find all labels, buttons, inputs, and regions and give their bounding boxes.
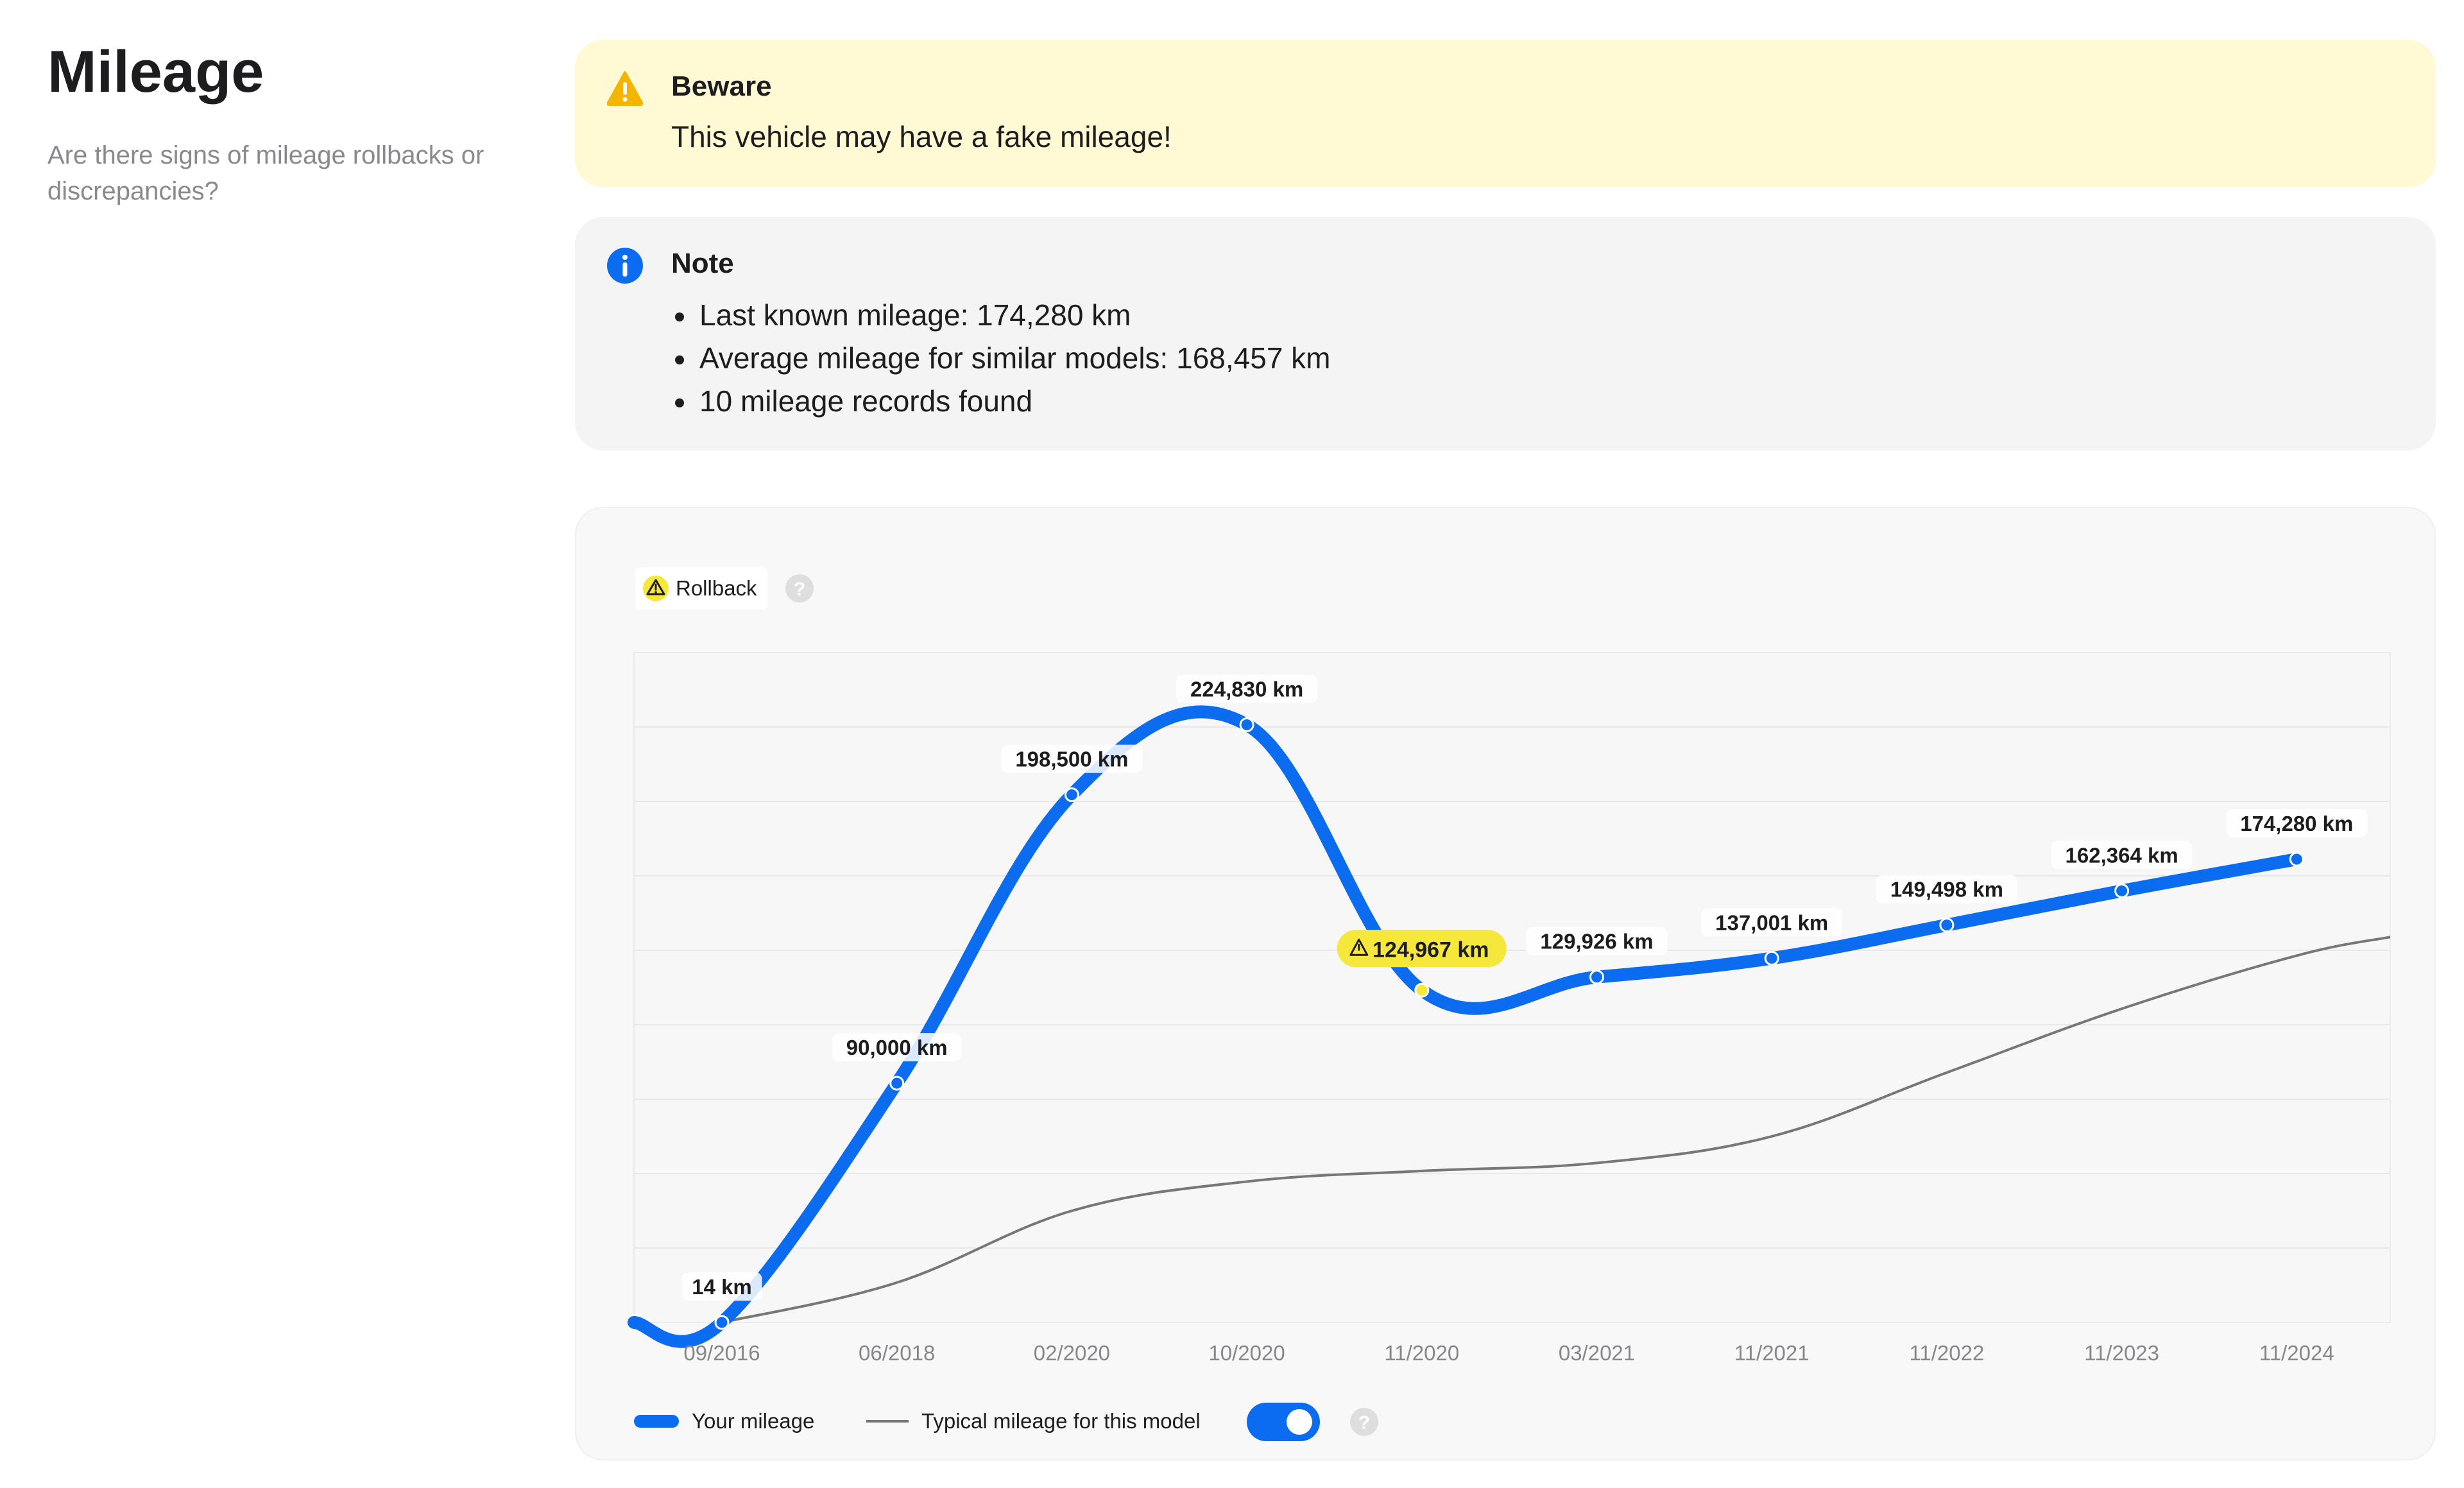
- data-label-text: 129,926 km: [1540, 930, 1653, 954]
- x-tick-label: 10/2020: [1208, 1341, 1285, 1365]
- x-tick-label: 11/2024: [2259, 1341, 2334, 1365]
- data-label: 90,000 km: [832, 1033, 962, 1062]
- legend-swatch-your-mileage: [634, 1415, 679, 1428]
- warning-triangle-icon: [643, 576, 669, 601]
- data-point: [714, 1315, 730, 1330]
- section-header: Mileage Are there signs of mileage rollb…: [47, 38, 535, 209]
- data-label: 162,364 km: [2051, 841, 2193, 869]
- note-callout: Note Last known mileage: 174,280 km Aver…: [575, 217, 2436, 450]
- data-label: 137,001 km: [1701, 908, 1843, 937]
- data-label: 224,830 km: [1176, 674, 1318, 703]
- list-item: Average mileage for similar models: 168,…: [671, 337, 1331, 380]
- data-point: [889, 1075, 905, 1091]
- info-icon: [607, 248, 643, 284]
- rollback-badge[interactable]: Rollback: [635, 567, 767, 610]
- page-subtitle: Are there signs of mileage rollbacks or …: [47, 141, 484, 205]
- list-item: 10 mileage records found: [671, 380, 1331, 423]
- data-label: 149,498 km: [1876, 875, 2017, 903]
- warning-message: This vehicle may have a fake mileage!: [671, 120, 1172, 153]
- rollback-badge-label: Rollback: [676, 576, 757, 600]
- data-point: [1939, 918, 1955, 933]
- rollback-point: [1414, 982, 1430, 998]
- legend: Your mileage Typical mileage for this mo…: [634, 1403, 1378, 1441]
- data-point: [1064, 787, 1079, 803]
- x-tick-label: 03/2021: [1559, 1341, 1635, 1365]
- page-title: Mileage: [47, 39, 264, 105]
- data-label-text: 14 km: [692, 1275, 752, 1299]
- data-point: [1589, 970, 1604, 985]
- data-label-text: 224,830 km: [1190, 678, 1303, 701]
- question-icon[interactable]: ?: [785, 574, 814, 603]
- data-label: 174,280 km: [2226, 808, 2368, 837]
- warning-callout: Beware This vehicle may have a fake mile…: [575, 40, 2436, 187]
- svg-text:?: ?: [794, 579, 805, 600]
- data-label: 198,500 km: [1001, 744, 1143, 773]
- typical-mileage-toggle[interactable]: [1247, 1403, 1320, 1441]
- data-label: 129,926 km: [1526, 927, 1668, 955]
- data-label-text: 198,500 km: [1015, 748, 1128, 771]
- data-point: [1239, 717, 1254, 733]
- x-tick-label: 11/2023: [2084, 1341, 2159, 1365]
- mileage-chart-card: Rollback ? 14 km 90,000 km 198,500 km 224,8…: [575, 507, 2436, 1460]
- data-label-text: 149,498 km: [1890, 878, 2003, 902]
- warning-triangle-icon: [606, 71, 644, 106]
- plot-area: [633, 652, 2391, 1323]
- legend-your-mileage: Your mileage: [692, 1409, 814, 1433]
- data-label: 14 km: [681, 1272, 762, 1301]
- x-tick-label: 02/2020: [1034, 1341, 1110, 1365]
- warning-title: Beware: [671, 71, 772, 102]
- rollback-data-label: 124,967 km: [1337, 930, 1507, 968]
- mileage-chart: Rollback ? 14 km 90,000 km 198,500 km 224,8…: [628, 567, 2391, 1441]
- x-axis-ticks: 09/2016 06/2018 02/2020 10/2020 11/2020 03/20…: [683, 1341, 2334, 1365]
- legend-typical: Typical mileage for this model: [921, 1409, 1201, 1433]
- x-tick-label: 11/2022: [1909, 1341, 1984, 1365]
- data-point: [2114, 883, 2130, 898]
- x-tick-label: 11/2021: [1734, 1341, 1810, 1365]
- x-tick-label: 09/2016: [683, 1341, 760, 1365]
- rollback-label-text: 124,967 km: [1373, 937, 1489, 962]
- data-label-text: 137,001 km: [1715, 911, 1828, 934]
- svg-text:?: ?: [1358, 1412, 1370, 1433]
- x-tick-label: 11/2020: [1384, 1341, 1459, 1365]
- note-list: Last known mileage: 174,280 km Average m…: [671, 294, 1331, 423]
- data-label-text: 174,280 km: [2240, 812, 2353, 835]
- data-label-text: 162,364 km: [2066, 843, 2178, 867]
- list-item: Last known mileage: 174,280 km: [671, 294, 1331, 337]
- data-point: [1764, 950, 1779, 966]
- note-title: Note: [671, 248, 734, 279]
- data-label-text: 90,000 km: [846, 1036, 948, 1059]
- x-tick-label: 06/2018: [859, 1341, 935, 1365]
- question-icon[interactable]: ?: [1350, 1408, 1378, 1436]
- data-point: [2289, 851, 2304, 867]
